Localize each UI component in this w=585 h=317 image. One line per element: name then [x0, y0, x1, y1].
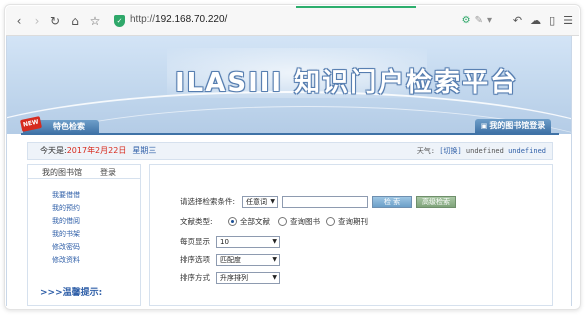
chevron-down-icon: ▼: [270, 198, 275, 205]
search-form: 请选择检索条件: 任意词 ▼ 检 索 高级检索 文献类型: 全部文献 查询图书 查…: [149, 164, 553, 306]
order-row: 排序方式: [180, 271, 210, 285]
condition-value: 任意词: [246, 198, 267, 206]
chevron-down-icon: ▼: [272, 274, 277, 281]
star-icon[interactable]: ☆: [88, 14, 102, 28]
radio-journals-label: 查询期刊: [338, 217, 368, 226]
current-weekday: 星期三: [132, 146, 157, 155]
doc-type-label: 文献类型:: [180, 217, 213, 226]
shield-icon: ✓: [114, 15, 125, 27]
date-bar: 今天是:2017年2月22日 星期三 天气: [切换] undefined und…: [27, 142, 553, 160]
url-text: http://192.168.70.220/: [130, 14, 227, 25]
date-info: 今天是:2017年2月22日 星期三: [40, 143, 156, 159]
url-icons: ⚙ ✎ ▾: [458, 15, 492, 26]
condition-label: 请选择检索条件:: [180, 197, 236, 206]
dropdown-icon[interactable]: ▾: [487, 15, 492, 26]
per-page-label: 每页显示: [180, 237, 210, 246]
tab-my-library[interactable]: 我的图书馆: [42, 167, 82, 178]
per-page-value: 10: [220, 238, 229, 246]
back-icon[interactable]: ‹: [12, 14, 26, 28]
lock-icon: ▣: [480, 122, 488, 130]
search-input[interactable]: [282, 196, 368, 208]
weather-switch-link[interactable]: [切换]: [439, 147, 461, 155]
weather-prefix: 天气:: [416, 147, 436, 155]
undo-icon[interactable]: ↶: [513, 14, 522, 27]
address-bar[interactable]: ✓ http://192.168.70.220/ ⚙ ✎ ▾: [110, 12, 498, 30]
radio-all-docs-label: 全部文献: [240, 217, 270, 226]
page-content: ILASIII 知识门户检索平台 特色检索 NEW ▣ 我的图书馆登录 今天是:2…: [6, 36, 572, 306]
library-login-button[interactable]: ▣ 我的图书馆登录: [475, 119, 551, 133]
order-select[interactable]: 升序排列 ▼: [216, 272, 280, 284]
radio-journals[interactable]: [326, 217, 335, 226]
radio-all-docs[interactable]: [228, 217, 237, 226]
advanced-search-button[interactable]: 高级检索: [416, 196, 456, 208]
edit-icon[interactable]: ✎: [475, 15, 483, 26]
order-label: 排序方式: [180, 273, 210, 282]
header-divider: [21, 133, 559, 135]
sidebar-link[interactable]: 修改密码: [52, 241, 80, 254]
sidebar-link[interactable]: 我的预约: [52, 202, 80, 215]
per-page-select[interactable]: 10 ▼: [216, 236, 280, 248]
menu-icon[interactable]: ☰: [563, 14, 573, 27]
tab-login[interactable]: 登录: [100, 167, 116, 178]
sort-row: 排序选项: [180, 253, 210, 267]
search-button[interactable]: 检 索: [372, 196, 412, 208]
tips-heading: >>>温馨提示:: [40, 288, 103, 298]
reload-icon[interactable]: ↻: [48, 14, 62, 28]
sidebar-links: 我要借借 我的预约 我的借阅 我的书架 修改密码 修改资料: [52, 189, 80, 267]
url-scheme: http://: [130, 14, 156, 25]
weather-value: undefined: [465, 147, 504, 155]
current-date: 2017年2月22日: [66, 146, 127, 155]
sidebar: 我的图书馆 登录 我要借借 我的预约 我的借阅 我的书架 修改密码 修改资料 >…: [27, 164, 141, 306]
condition-row: 请选择检索条件:: [180, 195, 235, 209]
radio-books-label: 查询图书: [290, 217, 320, 226]
sort-value: 匹配度: [220, 256, 241, 264]
sidebar-link[interactable]: 我的借阅: [52, 215, 80, 228]
toolbar-right: ↶ ☁ ▯ ☰: [505, 14, 573, 27]
sidebar-link[interactable]: 我的书架: [52, 228, 80, 241]
tab-accent-bar: [296, 6, 416, 8]
radio-books[interactable]: [278, 217, 287, 226]
sort-select[interactable]: 匹配度 ▼: [216, 254, 280, 266]
url-host: 192.168.70.220/: [155, 14, 228, 25]
weather-value-link[interactable]: undefined: [508, 147, 546, 155]
per-page-row: 每页显示: [180, 235, 210, 249]
browser-toolbar: ‹ › ↻ ⌂ ☆ ✓ http://192.168.70.220/ ⚙ ✎ ▾ ↶…: [6, 6, 579, 36]
weather-info: 天气: [切换] undefined undefined: [417, 143, 546, 159]
order-value: 升序排列: [220, 274, 248, 282]
chevron-down-icon: ▼: [272, 238, 277, 245]
speed-icon[interactable]: ⚙: [462, 15, 471, 26]
doc-type-row: 文献类型:: [180, 215, 213, 229]
condition-select[interactable]: 任意词 ▼: [242, 196, 278, 208]
sidebar-link[interactable]: 修改资料: [52, 254, 80, 267]
reader-icon[interactable]: ▯: [549, 14, 555, 27]
sidebar-link[interactable]: 我要借借: [52, 189, 80, 202]
forward-icon[interactable]: ›: [30, 14, 44, 28]
tab-feature-label: 特色检索: [53, 122, 85, 131]
sidebar-tabs: 我的图书馆 登录: [28, 165, 140, 179]
today-prefix: 今天是:: [40, 146, 67, 155]
home-icon[interactable]: ⌂: [68, 14, 82, 28]
site-title: ILASIII 知识门户检索平台: [175, 68, 519, 98]
chevron-down-icon: ▼: [272, 256, 277, 263]
sort-label: 排序选项: [180, 255, 210, 264]
library-login-label: 我的图书馆登录: [489, 121, 546, 130]
cloud-icon[interactable]: ☁: [530, 14, 541, 27]
